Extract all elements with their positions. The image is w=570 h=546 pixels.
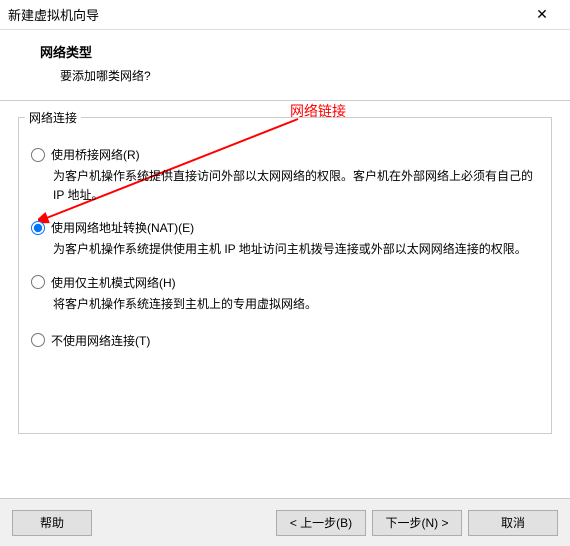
radio-hostonly-label: 使用仅主机模式网络(H) — [51, 274, 176, 291]
radio-nat-input[interactable] — [31, 221, 45, 235]
radio-bridge-input[interactable] — [31, 148, 45, 162]
radio-none[interactable]: 不使用网络连接(T) — [31, 332, 539, 349]
content-area: 网络链接 网络连接 使用桥接网络(R) 为客户机操作系统提供直接访问外部以太网网… — [0, 101, 570, 450]
next-button[interactable]: 下一步(N) > — [372, 510, 462, 536]
cancel-button[interactable]: 取消 — [468, 510, 558, 536]
radio-nat[interactable]: 使用网络地址转换(NAT)(E) — [31, 219, 539, 236]
radio-nat-label: 使用网络地址转换(NAT)(E) — [51, 219, 194, 236]
radio-hostonly[interactable]: 使用仅主机模式网络(H) — [31, 274, 539, 291]
radio-bridge[interactable]: 使用桥接网络(R) — [31, 146, 539, 163]
window-title: 新建虚拟机向导 — [8, 5, 522, 24]
radio-bridge-desc: 为客户机操作系统提供直接访问外部以太网网络的权限。客户机在外部网络上必须有自己的… — [53, 167, 539, 205]
fieldset-legend: 网络连接 — [25, 109, 81, 126]
radio-none-label: 不使用网络连接(T) — [51, 332, 150, 349]
radio-nat-desc: 为客户机操作系统提供使用主机 IP 地址访问主机拨号连接或外部以太网网络连接的权… — [53, 240, 539, 259]
page-title: 网络类型 — [40, 42, 546, 61]
radio-hostonly-input[interactable] — [31, 275, 45, 289]
titlebar: 新建虚拟机向导 ✕ — [0, 0, 570, 30]
close-icon[interactable]: ✕ — [522, 1, 562, 29]
footer: 帮助 < 上一步(B) 下一步(N) > 取消 — [0, 498, 570, 546]
option-none: 不使用网络连接(T) — [31, 332, 539, 349]
radio-bridge-label: 使用桥接网络(R) — [51, 146, 140, 163]
wizard-header: 网络类型 要添加哪类网络? — [0, 30, 570, 101]
page-subtitle: 要添加哪类网络? — [60, 67, 546, 84]
network-fieldset: 网络连接 使用桥接网络(R) 为客户机操作系统提供直接访问外部以太网网络的权限。… — [18, 117, 552, 434]
radio-none-input[interactable] — [31, 333, 45, 347]
option-bridge: 使用桥接网络(R) 为客户机操作系统提供直接访问外部以太网网络的权限。客户机在外… — [31, 146, 539, 205]
back-button[interactable]: < 上一步(B) — [276, 510, 366, 536]
radio-hostonly-desc: 将客户机操作系统连接到主机上的专用虚拟网络。 — [53, 295, 539, 314]
option-nat: 使用网络地址转换(NAT)(E) 为客户机操作系统提供使用主机 IP 地址访问主… — [31, 219, 539, 259]
help-button[interactable]: 帮助 — [12, 510, 92, 536]
option-hostonly: 使用仅主机模式网络(H) 将客户机操作系统连接到主机上的专用虚拟网络。 — [31, 274, 539, 314]
